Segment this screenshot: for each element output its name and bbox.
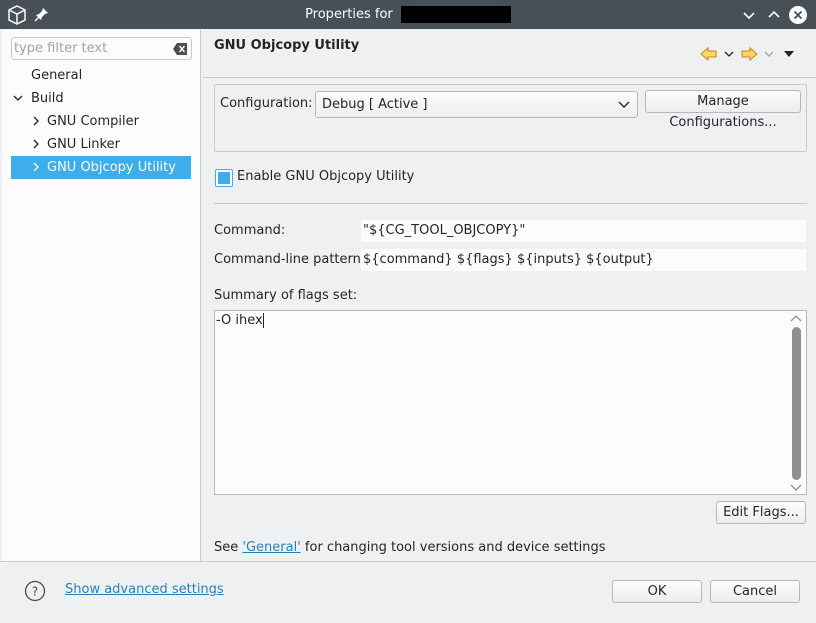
- hint-suffix: for changing tool versions and device se…: [300, 540, 606, 555]
- view-menu-icon[interactable]: [782, 44, 796, 64]
- manage-configurations-button[interactable]: Manage Configurations...: [645, 90, 801, 130]
- command-line-pattern-field[interactable]: ${command} ${flags} ${inputs} ${output}: [361, 249, 806, 271]
- configuration-label: Configuration:: [220, 96, 313, 111]
- filter-box: [11, 37, 192, 60]
- chevron-down-icon: [618, 101, 630, 108]
- edit-flags-button[interactable]: Edit Flags...: [716, 501, 806, 524]
- forward-history-chevron-icon[interactable]: [763, 44, 775, 64]
- ok-button[interactable]: OK: [612, 580, 702, 603]
- sidebar-item-label: GNU Linker: [47, 137, 120, 152]
- text-caret: [262, 313, 264, 328]
- sidebar: General Build GNU Compiler GNU Linker GN…: [2, 30, 201, 561]
- sidebar-item-label: General: [31, 68, 83, 83]
- command-label: Command:: [214, 223, 286, 238]
- window-title-text: Properties for: [305, 7, 393, 22]
- sidebar-item-build[interactable]: Build: [11, 87, 192, 110]
- scrollbar-thumb[interactable]: [792, 327, 801, 480]
- footer-divider: [0, 561, 816, 562]
- chevron-down-icon[interactable]: [13, 93, 23, 103]
- summary-label: Summary of flags set:: [214, 288, 358, 303]
- show-advanced-settings-link[interactable]: Show advanced settings: [65, 582, 224, 597]
- chevron-right-icon[interactable]: [31, 139, 41, 149]
- svg-text:?: ?: [32, 585, 38, 599]
- chevron-right-icon[interactable]: [31, 162, 41, 172]
- checkbox-checked-mark: [218, 172, 230, 184]
- sidebar-item-general[interactable]: General: [11, 64, 192, 87]
- sidebar-item-label: GNU Objcopy Utility: [47, 160, 176, 175]
- cancel-button[interactable]: Cancel: [710, 580, 800, 603]
- command-line-pattern-label: Command-line pattern:: [214, 252, 366, 267]
- enable-checkbox[interactable]: [215, 169, 233, 187]
- section-divider: [214, 203, 807, 204]
- summary-content: -O ihex: [216, 313, 264, 328]
- sidebar-item-label: Build: [31, 91, 64, 106]
- hint-prefix: See: [214, 540, 243, 555]
- window-title: Properties for: [0, 6, 816, 23]
- redacted-project-name: [400, 6, 511, 23]
- general-link[interactable]: 'General': [242, 540, 300, 555]
- sidebar-item-gnu-compiler[interactable]: GNU Compiler: [11, 110, 192, 133]
- header-divider: [203, 77, 816, 78]
- back-history-chevron-icon[interactable]: [723, 44, 735, 64]
- sidebar-item-gnu-linker[interactable]: GNU Linker: [11, 133, 192, 156]
- summary-scrollbar[interactable]: [787, 312, 805, 493]
- general-settings-hint: See 'General' for changing tool versions…: [214, 540, 606, 555]
- command-field[interactable]: "${CG_TOOL_OBJCOPY}": [361, 220, 806, 242]
- back-arrow-icon[interactable]: [700, 44, 718, 64]
- forward-arrow-icon[interactable]: [740, 44, 758, 64]
- chevron-right-icon[interactable]: [31, 116, 41, 126]
- enable-label: Enable GNU Objcopy Utility: [237, 169, 415, 184]
- scroll-down-icon[interactable]: [790, 482, 802, 492]
- clear-filter-icon[interactable]: [172, 42, 188, 56]
- page-title: GNU Objcopy Utility: [214, 38, 360, 53]
- help-icon[interactable]: ?: [24, 580, 46, 602]
- configuration-select[interactable]: Debug [ Active ]: [315, 91, 638, 118]
- summary-textarea[interactable]: -O ihex: [214, 310, 807, 495]
- minimize-icon[interactable]: [739, 5, 759, 25]
- title-bar: Properties for: [0, 0, 816, 29]
- filter-input[interactable]: [14, 40, 164, 57]
- sidebar-item-gnu-objcopy-utility[interactable]: GNU Objcopy Utility: [11, 156, 191, 179]
- close-icon[interactable]: [788, 5, 808, 25]
- summary-text: -O ihex: [216, 313, 263, 328]
- maximize-icon[interactable]: [764, 5, 784, 25]
- configuration-select-value: Debug [ Active ]: [322, 97, 428, 112]
- scroll-up-icon[interactable]: [790, 314, 802, 324]
- sidebar-item-label: GNU Compiler: [47, 114, 139, 129]
